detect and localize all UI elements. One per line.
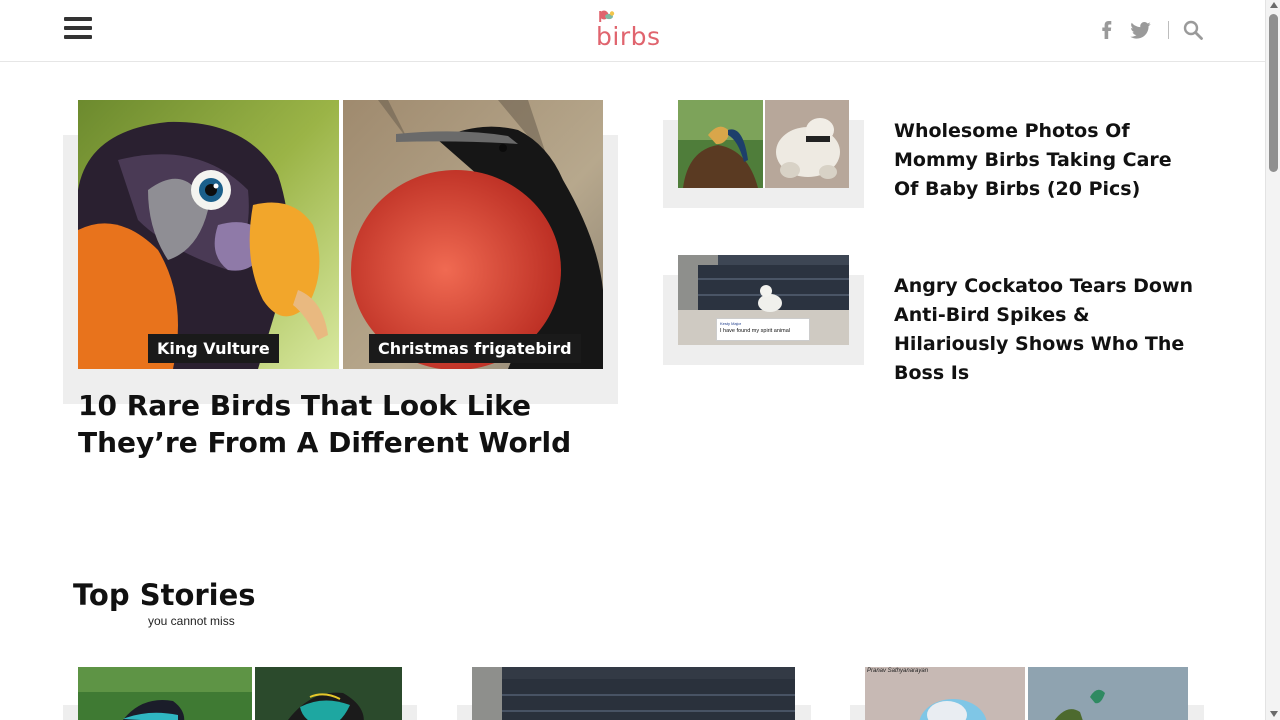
twitter-link (1129, 19, 1151, 41)
menu-icon[interactable] (64, 17, 92, 43)
top-stories-subtitle: you cannot miss (148, 614, 235, 628)
side-story-title[interactable]: Angry Cockatoo Tears Down Anti-Bird Spik… (894, 272, 1194, 388)
featured-photo-collage (78, 100, 603, 369)
featured-image[interactable]: King Vulture Christmas frigatebird (78, 100, 603, 369)
story-card-photo (78, 667, 402, 720)
story-card-image[interactable] (472, 667, 795, 720)
search-link (1182, 19, 1204, 41)
photo-credit: Pranav Sathyanarayan (867, 668, 929, 674)
logo-text: birbs (596, 22, 661, 51)
side-story-photo (678, 100, 849, 188)
image-caption: Christmas frigatebird (369, 334, 581, 363)
top-stories-heading: Top Stories (73, 578, 256, 612)
featured-title[interactable]: 10 Rare Birds That Look Like They’re Fro… (78, 387, 598, 461)
side-story-image[interactable]: Kesty Major I have found my spirit anima… (678, 255, 849, 345)
story-card-image[interactable]: Pranav Sathyanarayan (865, 667, 1188, 720)
scrollbar-thumb[interactable] (1269, 14, 1278, 172)
story-card-image[interactable] (78, 667, 402, 720)
page-scrollbar[interactable] (1265, 0, 1280, 720)
side-story-title[interactable]: Wholesome Photos Of Mommy Birbs Taking C… (894, 117, 1194, 204)
scroll-down-icon[interactable] (1270, 711, 1278, 717)
tweet-user: Kesty Major (720, 321, 742, 326)
facebook-icon[interactable] (1096, 19, 1118, 41)
logo-bird-icon (599, 10, 615, 22)
header-divider (1168, 21, 1169, 39)
image-caption: King Vulture (148, 334, 279, 363)
site-logo[interactable]: birbs (596, 8, 670, 54)
twitter-icon[interactable] (1129, 19, 1151, 41)
story-card-photo (865, 667, 1188, 720)
site-header: birbs (0, 0, 1265, 62)
story-card-photo (472, 667, 795, 720)
scroll-up-icon[interactable] (1270, 2, 1278, 8)
social-links (1096, 19, 1118, 41)
tweet-text: I have found my spirit animal (720, 328, 791, 334)
search-icon[interactable] (1182, 19, 1204, 41)
tweet-overlay: Kesty Major I have found my spirit anima… (716, 318, 810, 341)
side-story-image[interactable] (678, 100, 849, 188)
